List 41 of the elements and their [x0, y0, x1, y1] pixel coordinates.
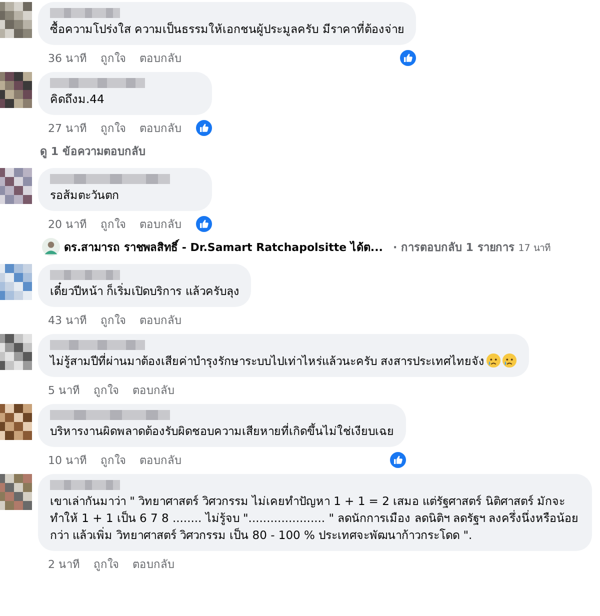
like-reaction-icon[interactable]	[196, 120, 212, 136]
reply-link[interactable]: ตอบกลับ	[132, 554, 174, 572]
comment-text: ไม่รู้สามปีที่ผ่านมาต้องเสียค่าบำรุงรักษาระบบไปเท่าไหร่แล้วนะครับ สงสารประเทศไทยจัง	[50, 353, 517, 370]
comment-text: คิดถึงม.44	[50, 91, 106, 108]
like-reaction-icon[interactable]	[390, 452, 406, 468]
comment-time[interactable]: 2 นาที	[48, 554, 80, 572]
like-link[interactable]: ถูกใจ	[100, 450, 126, 468]
blurred-name-drawing	[50, 480, 120, 490]
reply-link[interactable]: ตอบกลับ	[140, 118, 182, 136]
like-link[interactable]: ถูกใจ	[100, 118, 126, 136]
crying-face-icon	[502, 353, 517, 368]
reply-time: 17 นาที	[518, 242, 550, 254]
comment-text: ซื้อความโปร่งใส ความเป็นธรรมให้เอกชนผู้ประมูลครับ มีราคาที่ต้องจ่าย	[50, 21, 404, 38]
comment-text: รอส้มตะวันตก	[50, 187, 120, 204]
blurred-name-drawing	[50, 8, 120, 18]
comment-text: บริหารงานผิดพลาดต้องรับผิดชอบความเสียหายที่เกิดขึ้นไม่ใช่เงียบเฉย	[50, 423, 394, 440]
comment-time[interactable]: 20 นาที	[48, 214, 86, 232]
comment-time[interactable]: 5 นาที	[48, 380, 80, 398]
like-reaction-icon[interactable]	[196, 216, 212, 232]
reply-author-link[interactable]: ดร.สามารถ ราชพลสิทธิ์ - Dr.Samart Ratchapolsitte ได้ต...	[64, 238, 383, 256]
comment-text: เดี๋ยวปีหน้า ก็เริ่มเปิดบริการ แล้วครับลุง	[50, 283, 240, 300]
like-link[interactable]: ถูกใจ	[100, 310, 126, 328]
comment-time[interactable]: 27 นาที	[48, 118, 86, 136]
crying-face-icon	[486, 353, 501, 368]
comment-time[interactable]: 43 นาที	[48, 310, 86, 328]
reply-link[interactable]: ตอบกลับ	[140, 310, 182, 328]
comment-time[interactable]: 10 นาที	[48, 450, 86, 468]
reply-link[interactable]: ตอบกลับ	[140, 450, 182, 468]
reply-link[interactable]: ตอบกลับ	[132, 380, 174, 398]
like-link[interactable]: ถูกใจ	[100, 48, 126, 66]
comment-text: เขาเล่ากันมาว่า " วิทยาศาสตร์ วิศวกรรม ไม่เคยทำปัญหา 1 + 1 = 2 เสมอ แต่รัฐศาสตร์ นิติศาสตร์ มักจะทำให้ 1 + 1 เป็น 6 7 8 ........ ไม่รู้จบ "..................... " ลดนักการเมือง ลดนิติฯ ลดรัฐฯ ลงครึ่งนึ่งหรือน้อยกว่า แล้วเพิ่ม วิทยาศาสตร์ วิศวกรรม เป็น 80 - 100 % ประเทศจะพัฒนาก้าวกระโดด ".	[50, 493, 580, 544]
reply-count-text[interactable]: · การตอบกลับ 1 รายการ	[392, 238, 514, 256]
like-link[interactable]: ถูกใจ	[94, 554, 118, 572]
blurred-name-drawing	[50, 270, 120, 280]
comment-time[interactable]: 36 นาที	[48, 48, 86, 66]
reply-link[interactable]: ตอบกลับ	[140, 214, 182, 232]
like-reaction-icon[interactable]	[400, 50, 416, 66]
reply-link[interactable]: ตอบกลับ	[140, 48, 182, 66]
like-link[interactable]: ถูกใจ	[94, 380, 118, 398]
view-replies-link[interactable]: ดู 1 ข้อความตอบกลับ	[0, 142, 600, 168]
like-link[interactable]: ถูกใจ	[100, 214, 126, 232]
